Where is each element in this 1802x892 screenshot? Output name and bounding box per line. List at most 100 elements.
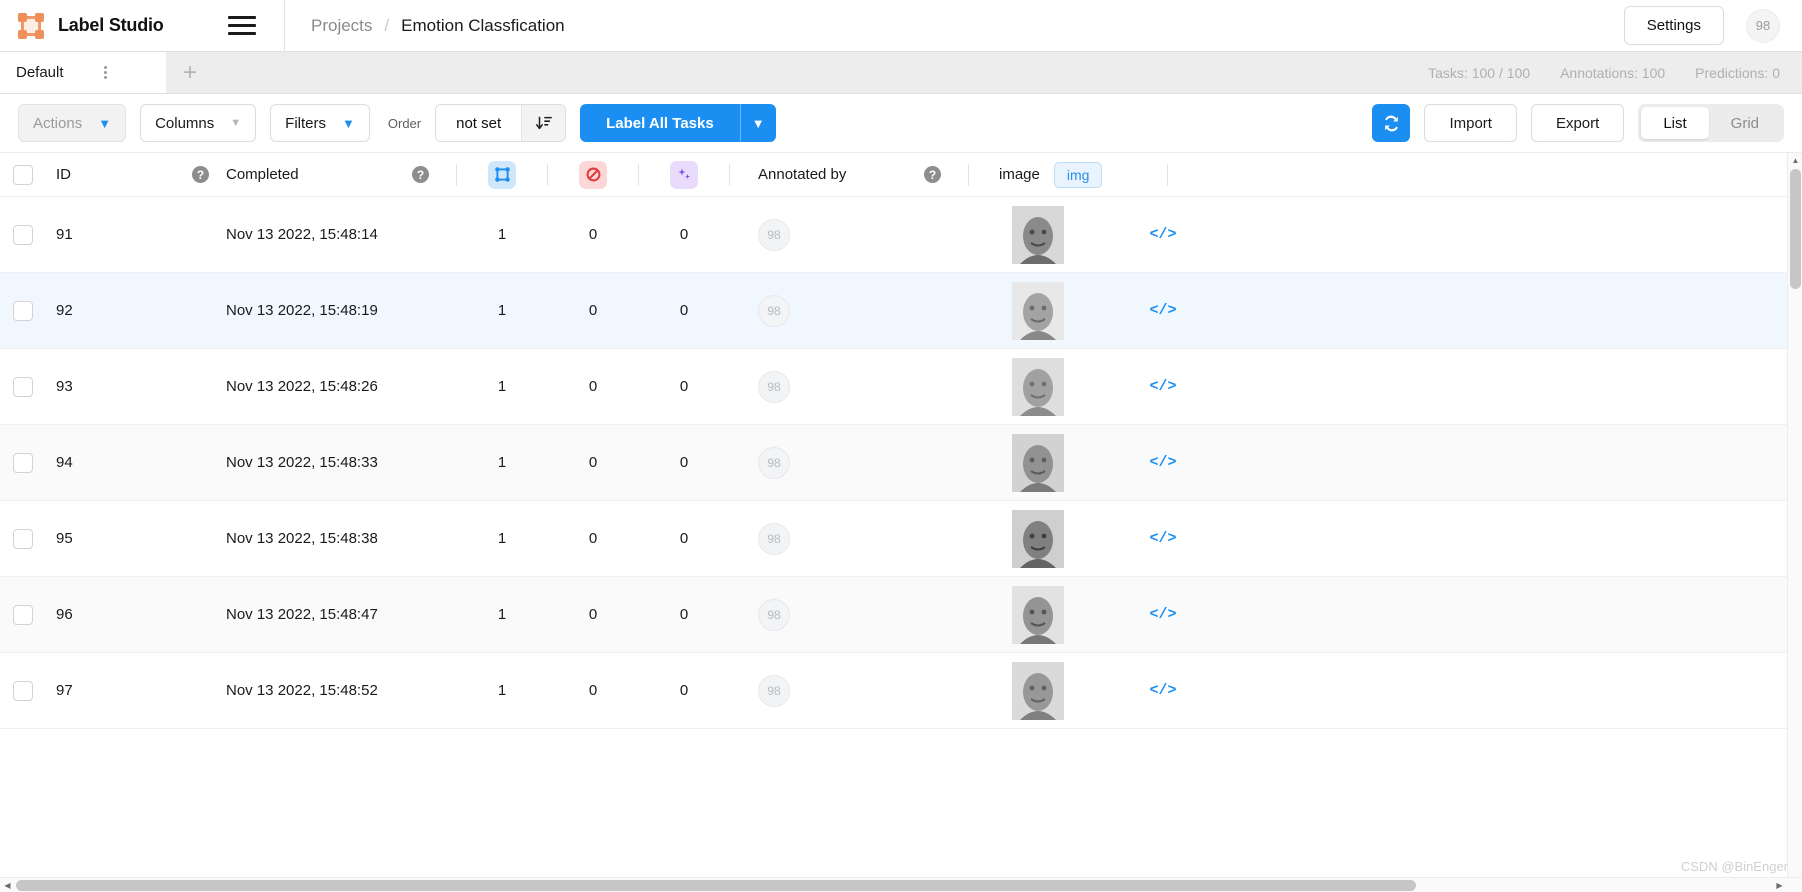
order-value-dropdown[interactable]: not set [436,105,522,141]
column-header-predictions[interactable] [653,160,715,189]
row-select-cell [0,528,46,549]
chevron-down-icon[interactable]: ▼ [739,104,776,142]
annotator-avatar[interactable]: 98 [758,446,790,479]
vertical-scroll-thumb[interactable] [1790,169,1801,289]
row-checkbox[interactable] [13,452,33,473]
code-brackets-icon[interactable]: </> [1149,454,1176,471]
cell-code[interactable]: </> [1123,226,1203,243]
table-row[interactable]: 97 Nov 13 2022, 15:48:52 1 0 0 98 </> [0,653,1802,729]
view-mode-list[interactable]: List [1641,107,1709,139]
table-row[interactable]: 91 Nov 13 2022, 15:48:14 1 0 0 98 </> [0,197,1802,273]
cell-image[interactable] [953,433,1123,492]
help-circle-icon[interactable]: ? [192,166,209,183]
row-checkbox[interactable] [13,300,33,321]
scroll-up-icon[interactable]: ▲ [1788,153,1802,168]
code-brackets-icon[interactable]: </> [1149,378,1176,395]
help-circle-icon[interactable]: ? [412,166,429,183]
user-avatar[interactable]: 98 [1746,8,1780,43]
annotated-by-help-cell: ? [924,166,954,183]
cell-image[interactable] [953,585,1123,644]
select-all-checkbox[interactable] [13,164,33,185]
scroll-left-icon[interactable]: ◀ [0,878,15,892]
row-checkbox[interactable] [13,604,33,625]
task-thumbnail[interactable] [1012,585,1064,644]
column-header-image[interactable]: image img [983,161,1153,188]
three-dots-vertical-icon[interactable] [103,66,107,79]
code-brackets-icon[interactable]: </> [1149,682,1176,699]
add-tab-button[interactable]: + [166,52,214,93]
row-checkbox[interactable] [13,224,33,245]
cell-image[interactable] [953,281,1123,340]
view-mode-grid[interactable]: Grid [1709,107,1781,139]
annotator-avatar[interactable]: 98 [758,218,790,251]
code-brackets-icon[interactable]: </> [1149,606,1176,623]
task-thumbnail[interactable] [1012,357,1064,416]
table-row[interactable]: 94 Nov 13 2022, 15:48:33 1 0 0 98 </> [0,425,1802,501]
refresh-icon [1385,115,1398,131]
export-button[interactable]: Export [1530,104,1625,142]
import-button[interactable]: Import [1424,104,1517,142]
table-row[interactable]: 92 Nov 13 2022, 15:48:19 1 0 0 98 </> [0,273,1802,349]
columns-label: Columns [155,114,215,132]
horizontal-scroll-thumb[interactable] [16,880,1416,891]
annotator-avatar[interactable]: 98 [758,598,790,631]
cell-code[interactable]: </> [1123,606,1203,623]
cell-image[interactable] [953,357,1123,416]
cell-code[interactable]: </> [1123,378,1203,395]
column-header-annotations[interactable] [471,160,533,189]
annotator-avatar[interactable]: 98 [758,674,790,707]
cell-cancelled: 0 [588,378,598,395]
row-checkbox[interactable] [13,680,33,701]
row-checkbox[interactable] [13,528,33,549]
annotations-box-icon [488,160,516,189]
cell-code[interactable]: </> [1123,302,1203,319]
vertical-scrollbar[interactable]: ▲ ▼ [1787,153,1802,892]
table-row[interactable]: 95 Nov 13 2022, 15:48:38 1 0 0 98 </> [0,501,1802,577]
cell-annotations: 1 [497,302,507,319]
task-thumbnail[interactable] [1012,433,1064,492]
row-checkbox[interactable] [13,376,33,397]
task-thumbnail[interactable] [1012,281,1064,340]
table-row[interactable]: 93 Nov 13 2022, 15:48:26 1 0 0 98 </> [0,349,1802,425]
code-brackets-icon[interactable]: </> [1149,226,1176,243]
column-header-cancelled[interactable] [562,160,624,189]
cell-image[interactable] [953,661,1123,720]
columns-button[interactable]: Columns ▼ [140,104,257,142]
help-circle-icon[interactable]: ? [924,166,941,183]
scroll-right-icon[interactable]: ▶ [1772,878,1787,892]
cell-code[interactable]: </> [1123,682,1203,699]
task-thumbnail[interactable] [1012,509,1064,568]
column-header-id[interactable]: ID [46,166,192,183]
table-row[interactable]: 96 Nov 13 2022, 15:48:47 1 0 0 98 </> [0,577,1802,653]
label-all-tasks-button[interactable]: Label All Tasks ▼ [580,104,776,142]
sort-descending-icon[interactable] [521,105,566,141]
stat-annotations: Annotations: 100 [1560,64,1666,81]
cell-annotated-by: 98 [744,446,924,479]
column-header-completed[interactable]: Completed [222,166,412,183]
filters-button[interactable]: Filters ▼ [270,104,370,142]
cell-image[interactable] [953,205,1123,264]
label-all-tasks-label: Label All Tasks [606,114,714,132]
code-brackets-icon[interactable]: </> [1149,530,1176,547]
tab-default[interactable]: Default [0,52,166,93]
actions-button[interactable]: Actions ▼ [18,104,127,142]
code-brackets-icon[interactable]: </> [1149,302,1176,319]
breadcrumb-projects[interactable]: Projects [311,16,372,36]
annotator-avatar[interactable]: 98 [758,294,790,327]
refresh-button[interactable] [1372,104,1411,142]
settings-button[interactable]: Settings [1623,6,1724,45]
task-thumbnail[interactable] [1012,661,1064,720]
cell-image[interactable] [953,509,1123,568]
annotator-avatar[interactable]: 98 [758,522,790,555]
cell-code[interactable]: </> [1123,530,1203,547]
brand[interactable]: Label Studio [0,12,192,39]
cell-code[interactable]: </> [1123,454,1203,471]
task-thumbnail[interactable] [1012,205,1064,264]
hamburger-icon[interactable] [228,16,256,35]
annotator-avatar[interactable]: 98 [758,370,790,403]
horizontal-scrollbar[interactable]: ◀ ▶ [0,877,1802,892]
column-header-annotated-by[interactable]: Annotated by [744,166,924,183]
